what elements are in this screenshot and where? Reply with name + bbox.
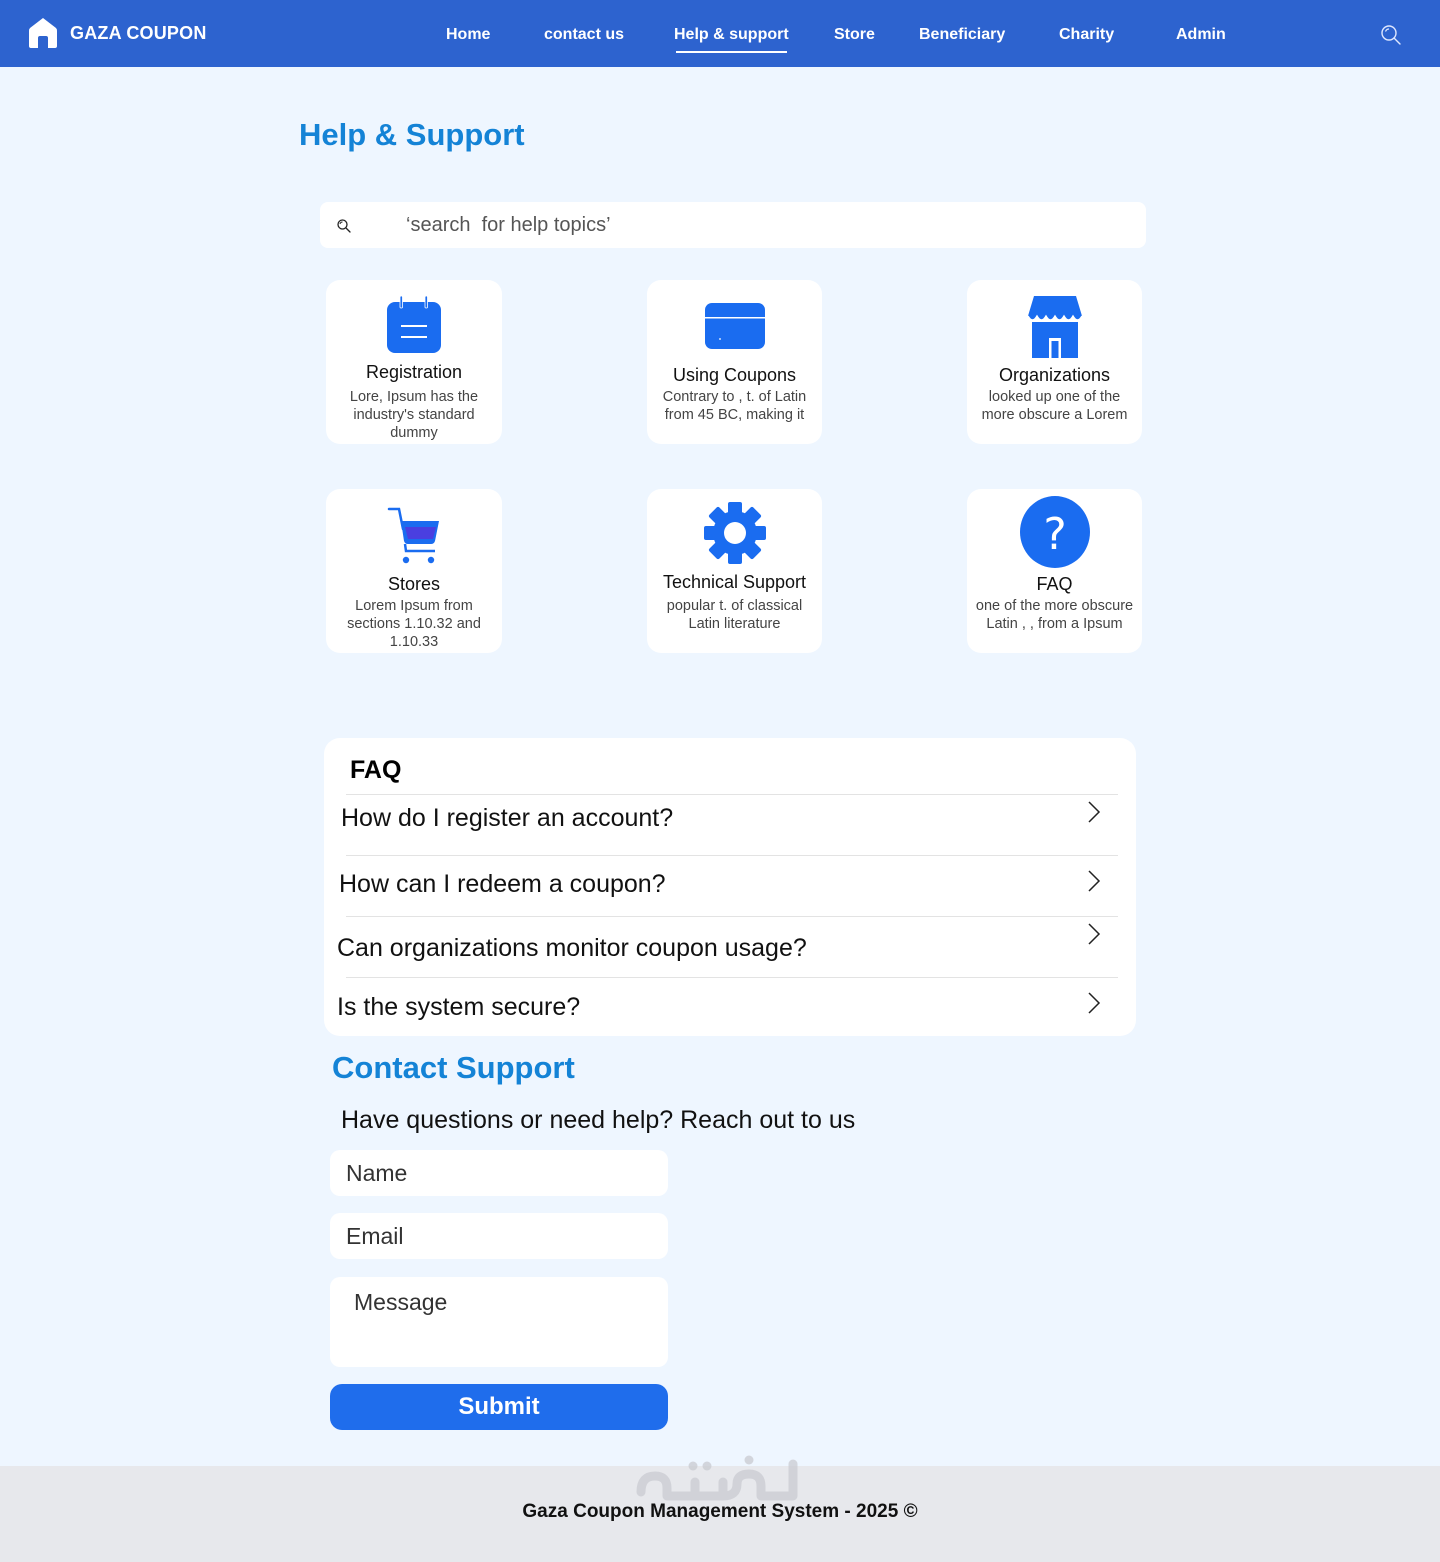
faq-item[interactable]: Is the system secure? — [324, 977, 1136, 1037]
faq-panel: FAQ How do I register an account? How ca… — [324, 738, 1136, 1036]
chevron-right-icon — [1088, 801, 1101, 823]
search-icon[interactable] — [1380, 24, 1402, 46]
category-title: Technical Support — [662, 572, 807, 592]
faq-question: Can organizations monitor coupon usage? — [337, 934, 807, 962]
faq-item[interactable]: How can I redeem a coupon? — [324, 855, 1136, 915]
top-navbar: GAZA COUPON Home contact us Help & suppo… — [0, 0, 1440, 67]
category-card-technical-support[interactable]: Technical Support popular t. of classica… — [647, 489, 822, 653]
category-title: Using Coupons — [672, 365, 797, 385]
home-icon — [29, 18, 57, 48]
nav-charity[interactable]: Charity — [1059, 26, 1114, 44]
category-description: one of the more obscure Latin , , from a… — [975, 598, 1134, 632]
category-card-organizations[interactable]: Organizations looked up one of the more … — [967, 280, 1142, 444]
category-card-registration[interactable]: Registration Lore, Ipsum has the industr… — [326, 280, 502, 444]
brand-name: GAZA COUPON — [70, 22, 207, 43]
category-title: Organizations — [998, 365, 1111, 385]
category-title: Stores — [387, 574, 441, 594]
storefront-icon — [1027, 296, 1082, 358]
nav-contact-us[interactable]: contact us — [544, 26, 624, 44]
help-search-bar — [320, 202, 1146, 248]
nav-store[interactable]: Store — [834, 26, 875, 44]
gear-icon — [703, 502, 766, 564]
card-icon — [704, 303, 765, 349]
category-description: looked up one of the more obscure a Lore… — [981, 389, 1128, 423]
name-field[interactable] — [330, 1150, 668, 1196]
category-description: Contrary to , t. of Latin from 45 BC, ma… — [662, 389, 807, 423]
category-card-using-coupons[interactable]: Using Coupons Contrary to , t. of Latin … — [647, 280, 822, 444]
faq-question: Is the system secure? — [337, 993, 581, 1021]
footer-text: Gaza Coupon Management System - 2025 © — [522, 1501, 918, 1522]
contact-title: Contact Support — [332, 1050, 575, 1085]
nav-admin[interactable]: Admin — [1176, 26, 1226, 44]
email-field[interactable] — [330, 1213, 668, 1259]
faq-question: How can I redeem a coupon? — [339, 870, 666, 898]
question-icon: ? — [1019, 496, 1090, 568]
faq-heading: FAQ — [350, 756, 402, 784]
search-icon — [337, 219, 351, 233]
category-description: Lorem Ipsum from sections 1.10.32 and 1.… — [347, 598, 481, 650]
category-title: Registration — [365, 362, 463, 382]
nav-beneficiary[interactable]: Beneficiary — [919, 26, 1005, 44]
faq-item[interactable]: Can organizations monitor coupon usage? — [324, 916, 1136, 976]
nav-home[interactable]: Home — [446, 26, 490, 44]
help-search-input[interactable] — [406, 210, 1106, 240]
submit-button[interactable]: Submit — [330, 1384, 668, 1430]
chevron-right-icon — [1088, 870, 1101, 892]
faq-item[interactable]: How do I register an account? — [324, 794, 1136, 854]
category-card-faq[interactable]: ? FAQ one of the more obscure Latin , , … — [967, 489, 1142, 653]
brand[interactable]: GAZA COUPON — [28, 16, 207, 50]
message-field[interactable] — [330, 1277, 668, 1367]
category-card-stores[interactable]: Stores Lorem Ipsum from sections 1.10.32… — [326, 489, 502, 653]
contact-subtitle: Have questions or need help? Reach out t… — [341, 1106, 856, 1134]
category-title: FAQ — [1036, 574, 1073, 594]
category-description: popular t. of classical Latin literature — [666, 598, 803, 632]
nav-help-support[interactable]: Help & support — [674, 26, 789, 53]
category-description: Lore, Ipsum has the industry's standard … — [349, 389, 479, 441]
chevron-right-icon — [1088, 923, 1101, 945]
calendar-icon — [387, 296, 441, 353]
cart-icon — [387, 507, 439, 564]
chevron-right-icon — [1088, 992, 1101, 1014]
page-title: Help & Support — [299, 117, 525, 152]
faq-question: How do I register an account? — [341, 804, 674, 832]
svg-text:?: ? — [1043, 509, 1066, 560]
